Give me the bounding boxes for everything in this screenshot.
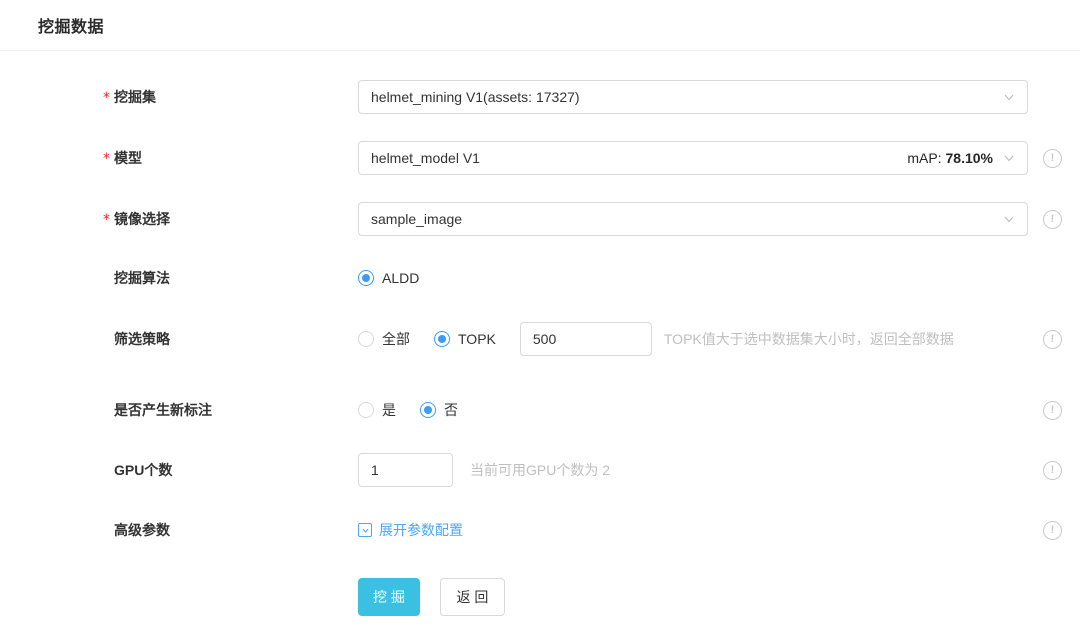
page-header: 挖掘数据 xyxy=(0,0,1080,37)
form-row-algorithm: 挖掘算法 ALDD xyxy=(114,261,1080,295)
required-mark: * xyxy=(103,90,110,106)
image-select-value: sample_image xyxy=(371,211,1003,227)
info-icon[interactable] xyxy=(1043,149,1062,168)
radio-button-icon[interactable] xyxy=(358,270,374,286)
mining-set-label: 挖掘集 xyxy=(114,89,156,105)
info-icon[interactable] xyxy=(1043,521,1062,540)
model-value: helmet_model V1 xyxy=(371,150,907,166)
model-label: 模型 xyxy=(114,150,142,166)
image-select[interactable]: sample_image xyxy=(358,202,1028,236)
form-actions: 挖 掘 返 回 xyxy=(358,578,1080,616)
gpu-count-input[interactable] xyxy=(358,453,453,487)
model-map-badge: mAP: 78.10% xyxy=(907,150,993,166)
mining-set-select[interactable]: helmet_mining V1(assets: 17327) xyxy=(358,80,1028,114)
advanced-label: 高级参数 xyxy=(114,522,170,538)
radio-button-icon[interactable] xyxy=(420,402,436,418)
chevron-down-icon xyxy=(1003,152,1015,164)
gpu-count-label: GPU个数 xyxy=(114,462,172,478)
radio-yes[interactable]: 是 xyxy=(358,400,396,420)
form-row-model: *模型 helmet_model V1 mAP: 78.10% xyxy=(114,141,1080,175)
radio-yes-label: 是 xyxy=(382,400,396,420)
radio-topk-label: TOPK xyxy=(458,331,496,347)
radio-aldd-label: ALDD xyxy=(382,270,419,286)
caret-down-square-icon xyxy=(358,523,372,537)
required-mark: * xyxy=(103,212,110,228)
radio-aldd[interactable]: ALDD xyxy=(358,270,419,286)
form-row-strategy: 筛选策略 全部 TOPK TOPK值大于选中数据集大小时，返回全部数据 xyxy=(114,322,1080,356)
mining-set-value: helmet_mining V1(assets: 17327) xyxy=(371,89,1003,105)
radio-no[interactable]: 否 xyxy=(420,400,458,420)
radio-button-icon[interactable] xyxy=(358,402,374,418)
form-row-image-select: *镜像选择 sample_image xyxy=(114,202,1080,236)
radio-button-icon[interactable] xyxy=(358,331,374,347)
algorithm-label: 挖掘算法 xyxy=(114,270,170,286)
back-button[interactable]: 返 回 xyxy=(440,578,505,616)
radio-topk[interactable]: TOPK xyxy=(434,331,496,347)
form-row-gpu-count: GPU个数 当前可用GPU个数为 2 xyxy=(114,453,1080,487)
expand-advanced-link[interactable]: 展开参数配置 xyxy=(358,520,463,540)
radio-no-label: 否 xyxy=(444,400,458,420)
radio-button-icon[interactable] xyxy=(434,331,450,347)
mine-button[interactable]: 挖 掘 xyxy=(358,578,420,616)
strategy-label: 筛选策略 xyxy=(114,331,170,347)
image-select-label: 镜像选择 xyxy=(114,211,170,227)
info-icon[interactable] xyxy=(1043,461,1062,480)
radio-all[interactable]: 全部 xyxy=(358,329,410,349)
page-title: 挖掘数据 xyxy=(38,19,104,36)
form-row-mining-set: *挖掘集 helmet_mining V1(assets: 17327) xyxy=(114,80,1080,114)
required-mark: * xyxy=(103,151,110,167)
chevron-down-icon xyxy=(1003,213,1015,225)
expand-advanced-label: 展开参数配置 xyxy=(379,520,463,540)
model-select[interactable]: helmet_model V1 mAP: 78.10% xyxy=(358,141,1028,175)
chevron-down-icon xyxy=(1003,91,1015,103)
info-icon[interactable] xyxy=(1043,210,1062,229)
radio-all-label: 全部 xyxy=(382,329,410,349)
topk-hint: TOPK值大于选中数据集大小时，返回全部数据 xyxy=(664,329,954,349)
topk-input[interactable] xyxy=(520,322,652,356)
info-icon[interactable] xyxy=(1043,330,1062,349)
gpu-hint: 当前可用GPU个数为 2 xyxy=(470,460,610,480)
info-icon[interactable] xyxy=(1043,401,1062,420)
model-map-value: 78.10% xyxy=(946,150,993,166)
form-row-advanced: 高级参数 展开参数配置 xyxy=(114,513,1080,547)
form-row-new-annotation: 是否产生新标注 是 否 xyxy=(114,393,1080,427)
mining-form: *挖掘集 helmet_mining V1(assets: 17327) *模型… xyxy=(0,51,1080,616)
new-annotation-label: 是否产生新标注 xyxy=(114,402,212,418)
